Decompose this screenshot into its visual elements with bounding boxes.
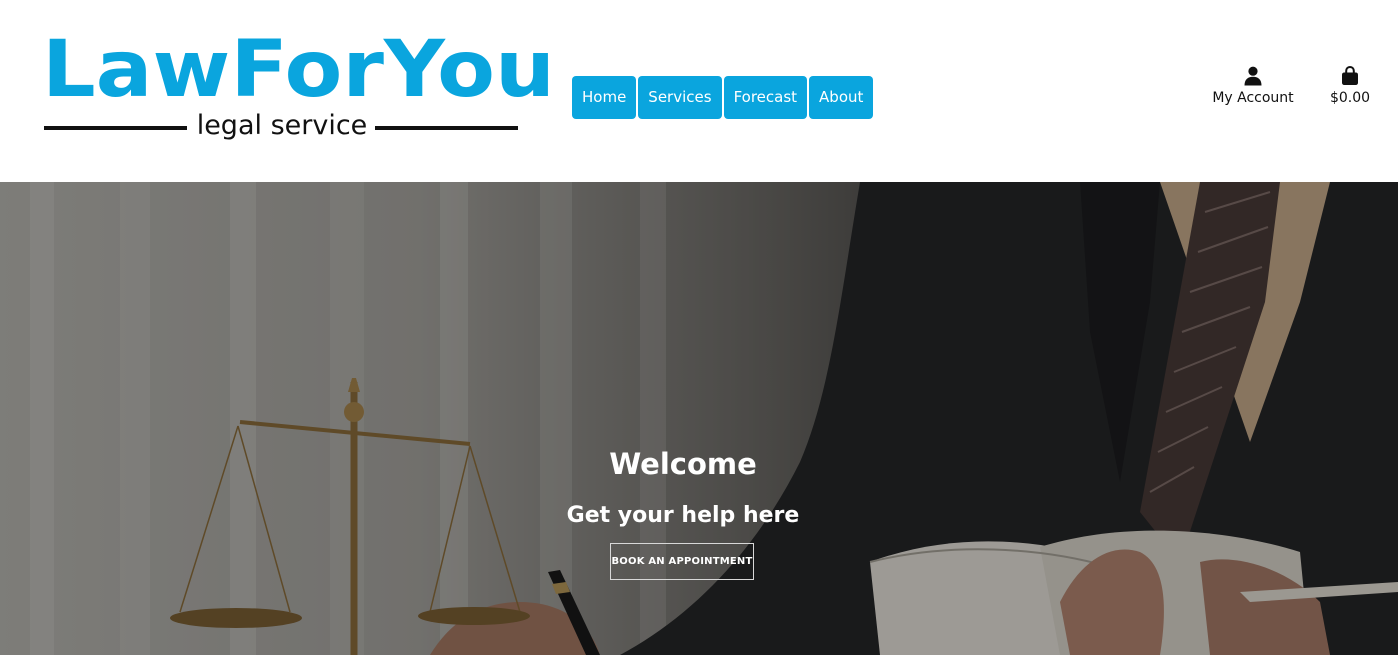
nav-home[interactable]: Home <box>572 76 637 119</box>
cart-total: $0.00 <box>1329 90 1371 106</box>
my-account-label: My Account <box>1212 90 1294 106</box>
book-appointment-button[interactable]: Book an appointment <box>610 543 754 580</box>
nav-services[interactable]: Services <box>638 76 722 119</box>
logo-divider-left <box>44 126 187 130</box>
main-nav: Home Services Forecast About <box>572 76 874 119</box>
cart-link[interactable]: $0.00 <box>1326 66 1374 107</box>
logo-title: LawForYou <box>42 25 556 115</box>
logo-subtitle: legal service <box>196 110 368 141</box>
hero-banner: Welcome Get your help here Book an appoi… <box>0 182 1398 655</box>
user-icon <box>1244 66 1262 86</box>
shopping-bag-icon <box>1342 66 1358 85</box>
nav-about[interactable]: About <box>809 76 874 119</box>
my-account-link[interactable]: My Account <box>1212 66 1294 107</box>
hero-title: Welcome <box>609 447 757 481</box>
nav-forecast[interactable]: Forecast <box>723 76 808 119</box>
logo-divider-right <box>375 126 518 130</box>
site-header: LawForYou legal service Home Services Fo… <box>0 0 1398 182</box>
hero-subtitle: Get your help here <box>566 503 800 528</box>
hero-overlay <box>0 182 1398 655</box>
site-logo[interactable]: LawForYou legal service <box>42 30 555 150</box>
